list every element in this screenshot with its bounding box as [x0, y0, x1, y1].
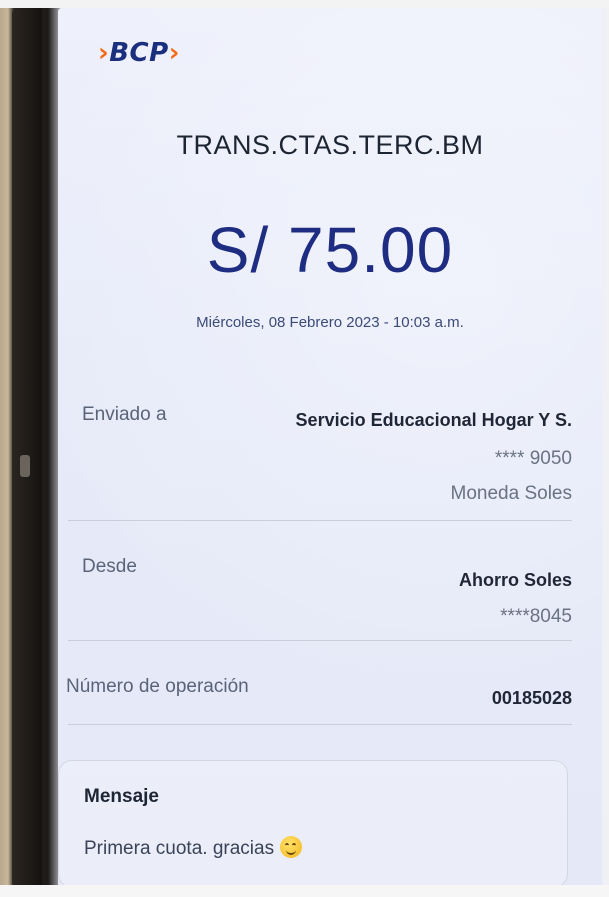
message-title: Mensaje — [84, 786, 159, 807]
recipient-currency: Moneda Soles — [450, 483, 572, 504]
divider — [68, 640, 572, 641]
transaction-type-title: TRANS.CTAS.TERC.BM — [176, 130, 484, 160]
from-label: Desde — [82, 556, 137, 577]
recipient-account: **** 9050 — [494, 448, 572, 469]
logo-text: BCP — [109, 38, 169, 68]
bcp-logo: ›BCP› — [98, 38, 180, 68]
message-card — [58, 760, 568, 888]
logo-chevron-left: › — [98, 38, 110, 68]
recipient-name: Servicio Educacional Hogar Y S. — [295, 410, 572, 430]
phone-side-button — [20, 455, 30, 477]
sent-to-label: Enviado a — [82, 404, 167, 425]
divider — [68, 520, 572, 521]
operation-number-label: Número de operación — [66, 676, 249, 697]
message-body: Primera cuota. gracias — [84, 836, 303, 860]
smiling-face-icon — [280, 836, 303, 858]
top-border — [0, 0, 609, 8]
source-account-number: ****8045 — [500, 606, 572, 627]
phone-bezel — [12, 8, 42, 888]
message-text: Primera cuota. gracias — [84, 838, 275, 859]
source-account-type: Ahorro Soles — [458, 570, 572, 590]
bottom-border — [0, 885, 609, 897]
receipt-screen: ›BCP› TRANS.CTAS.TERC.BM S/ 75.00 Miérco… — [58, 8, 602, 888]
transaction-datetime: Miércoles, 08 Febrero 2023 - 10:03 a.m. — [196, 314, 464, 331]
operation-number: 00185028 — [491, 688, 572, 708]
logo-chevron-right: › — [168, 38, 180, 68]
divider — [68, 724, 572, 725]
transfer-amount: S/ 75.00 — [206, 214, 454, 286]
